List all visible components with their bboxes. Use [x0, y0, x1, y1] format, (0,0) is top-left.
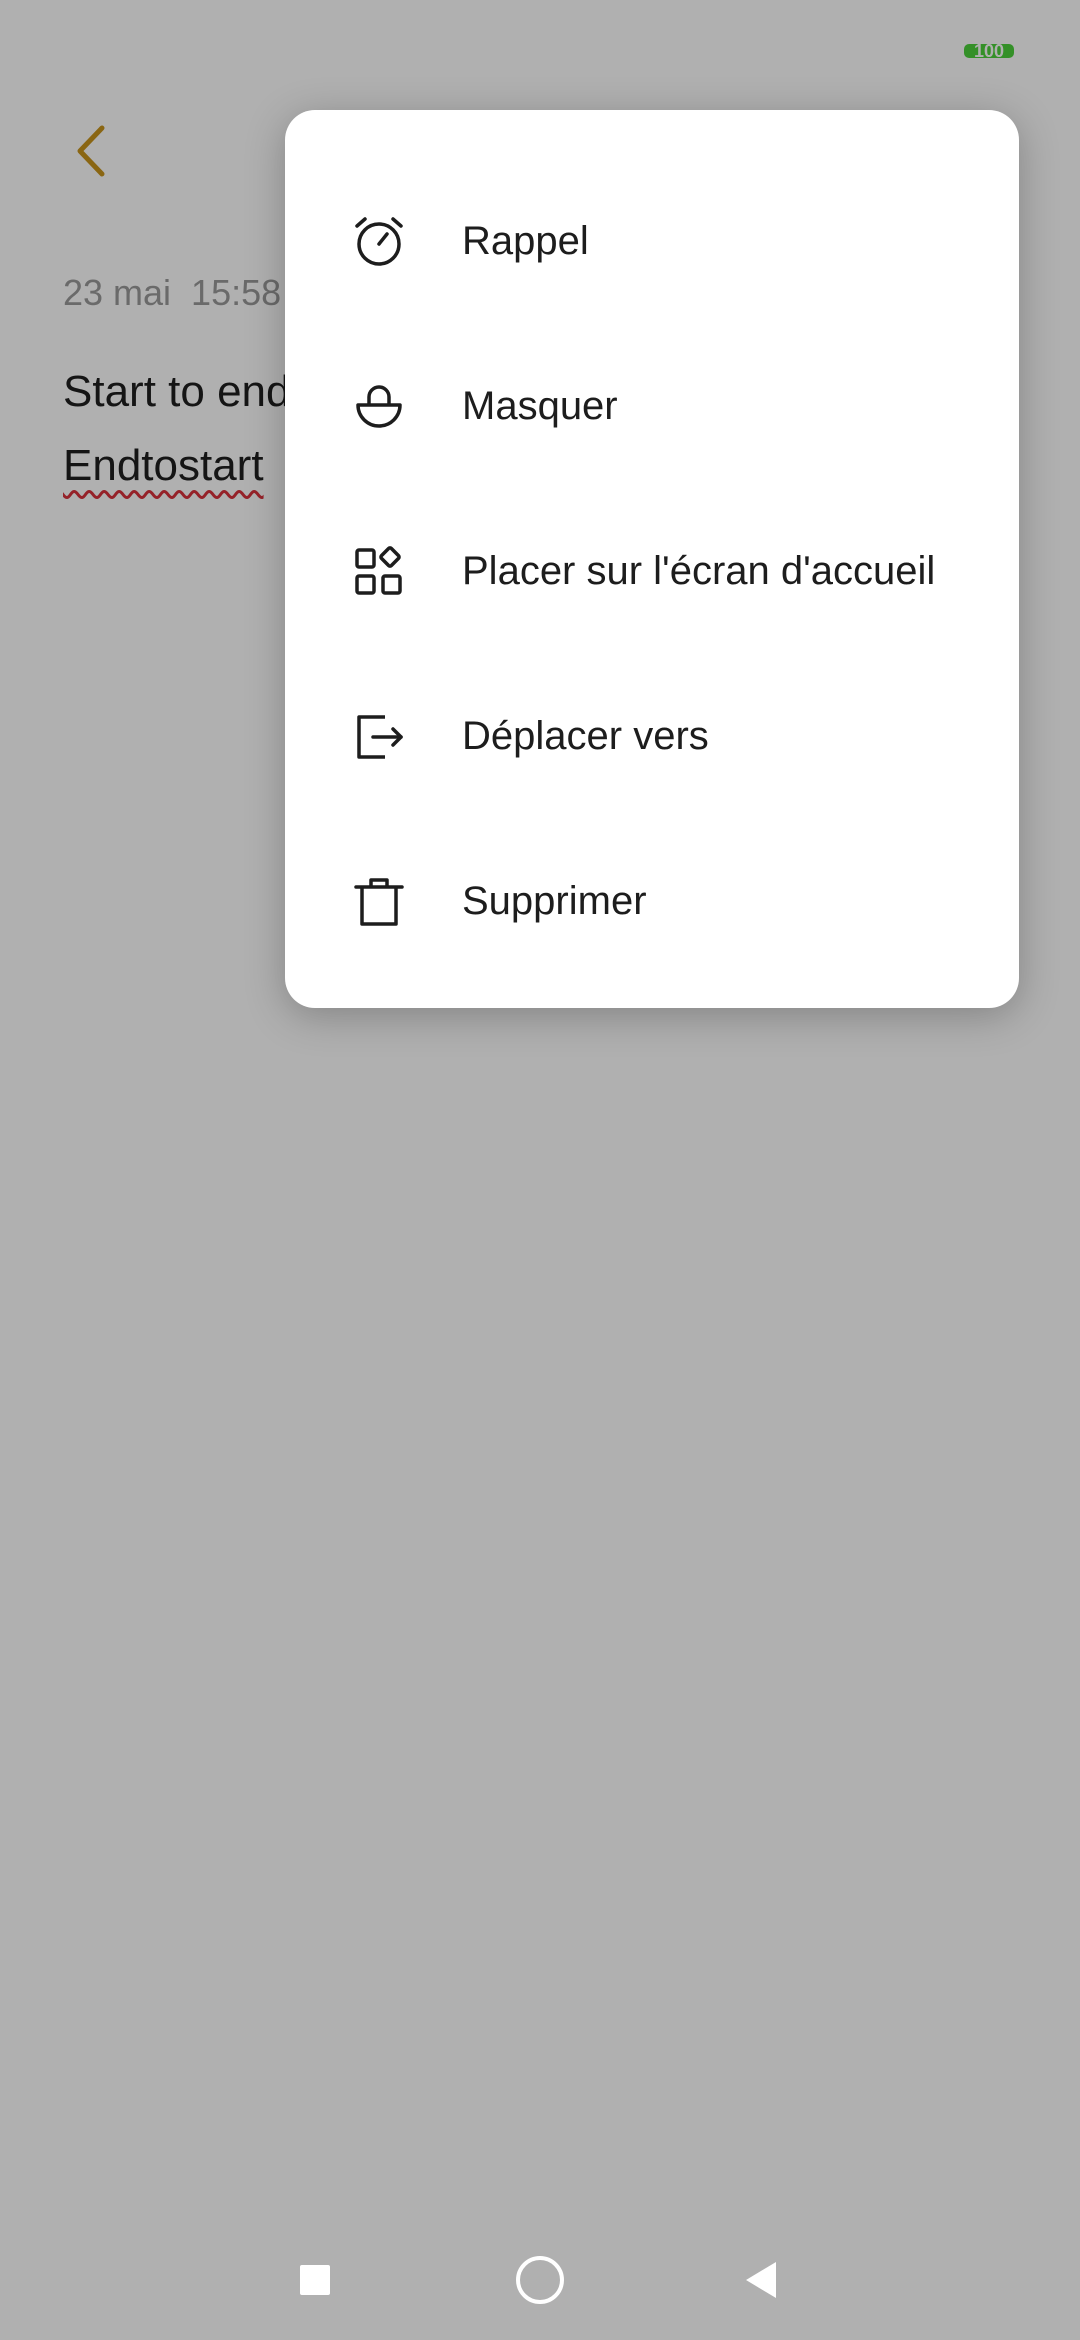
menu-item-label: Déplacer vers — [462, 714, 709, 758]
home-icon — [516, 2256, 564, 2304]
screen: 16:10 100 23 mai 15:58 Start to end Endt… — [0, 0, 1080, 2340]
menu-item-rappel[interactable]: Rappel — [285, 159, 1019, 324]
home-button[interactable] — [500, 2240, 580, 2320]
lock-icon — [351, 379, 407, 435]
recents-button[interactable] — [275, 2240, 355, 2320]
menu-item-label: Rappel — [462, 219, 589, 263]
menu-item-placer-accueil[interactable]: Placer sur l'écran d'accueil — [285, 489, 1019, 654]
system-back-button[interactable] — [722, 2240, 802, 2320]
alarm-clock-icon — [351, 214, 407, 270]
navigation-bar — [0, 2220, 1080, 2340]
widgets-icon — [351, 544, 407, 600]
menu-item-label: Masquer — [462, 384, 618, 428]
menu-item-supprimer[interactable]: Supprimer — [285, 819, 1019, 984]
popup-menu: Rappel Masquer Placer sur l'écran d'accu… — [285, 110, 1019, 1008]
menu-item-deplacer[interactable]: Déplacer vers — [285, 654, 1019, 819]
back-icon — [746, 2262, 776, 2298]
menu-item-label: Supprimer — [462, 879, 647, 923]
menu-item-masquer[interactable]: Masquer — [285, 324, 1019, 489]
move-to-icon — [351, 709, 407, 765]
recents-icon — [300, 2265, 330, 2295]
trash-icon — [351, 874, 407, 930]
menu-item-label: Placer sur l'écran d'accueil — [462, 549, 936, 593]
